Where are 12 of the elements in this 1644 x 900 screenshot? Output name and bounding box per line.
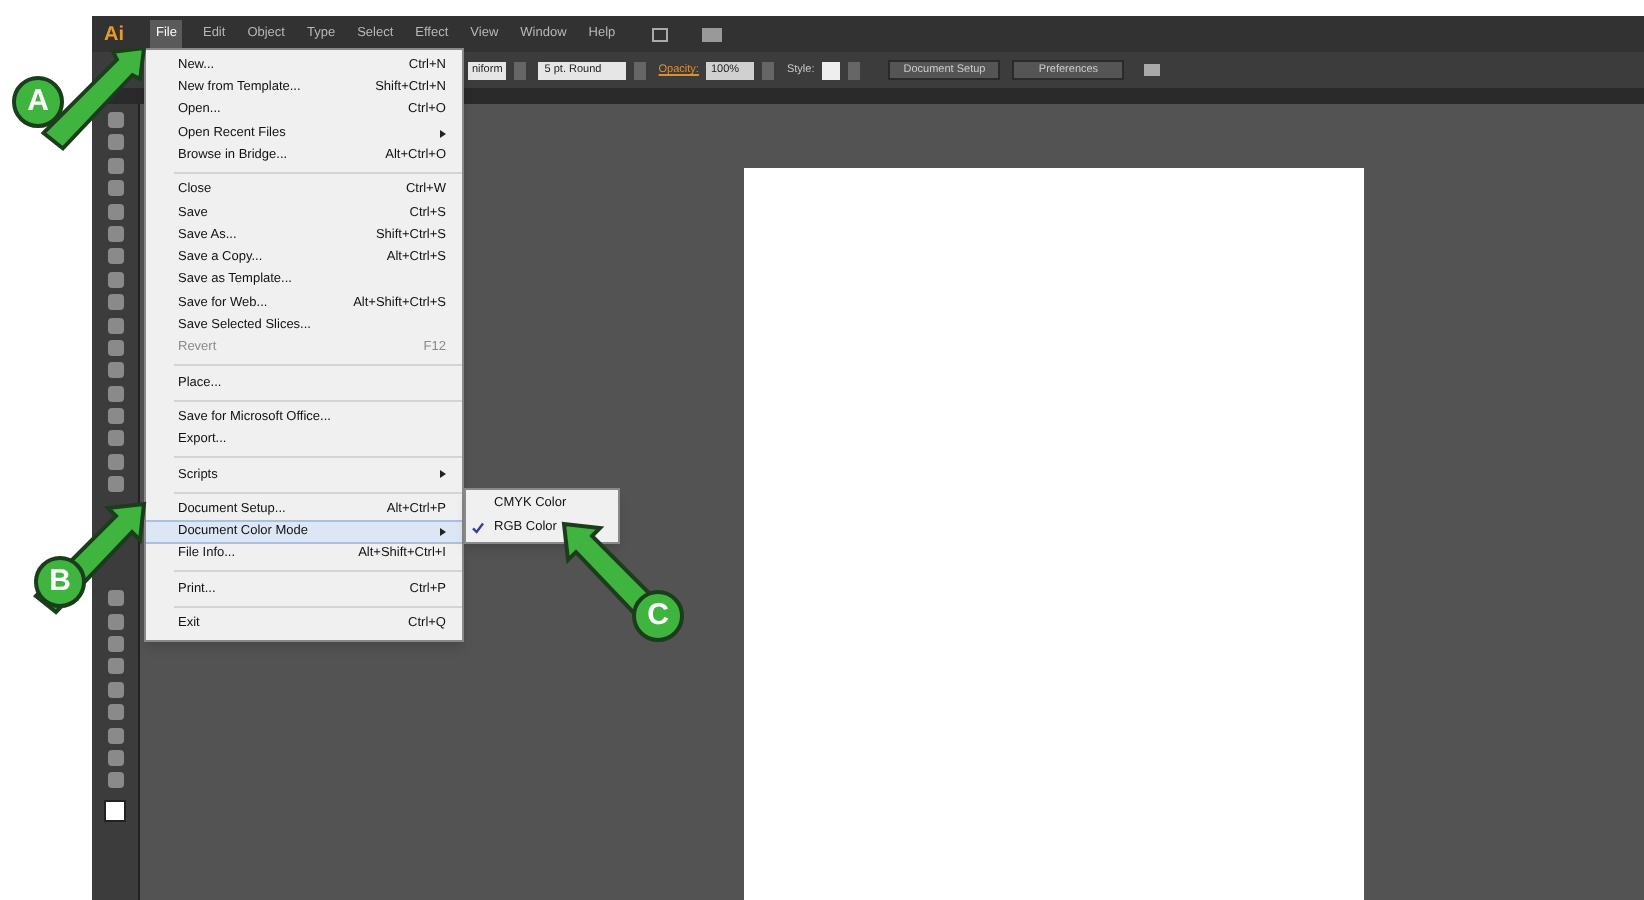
callout-badge: A	[12, 76, 64, 128]
style-swatch[interactable]	[822, 61, 841, 79]
dropdown-button[interactable]	[762, 61, 775, 79]
dropdown-button[interactable]	[634, 61, 647, 79]
workspace-icon[interactable]	[701, 27, 722, 41]
screen-mode-icon[interactable]	[651, 27, 668, 41]
fill-swatch[interactable]	[104, 799, 126, 822]
callout-badge: B	[34, 556, 86, 608]
dropdown-button[interactable]	[514, 61, 527, 79]
dropdown-button[interactable]	[848, 61, 861, 79]
arrange-icon[interactable]	[1144, 64, 1161, 76]
app-logo: Ai	[104, 21, 124, 49]
